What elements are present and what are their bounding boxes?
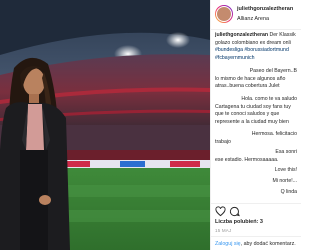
caption-username[interactable]: juliethgonzaleztheran (215, 32, 268, 38)
post-panel: juliethgonzaleztheran Allianz Arena juli… (210, 0, 301, 250)
hashtag-line-2[interactable]: #fcbayernmunich (215, 55, 255, 63)
comment-2-line-2: Cartagena tu ciudad soy fans tuy (215, 103, 291, 110)
comments-list: juliethgonzaleztheran Der Klassik golazo… (211, 32, 301, 200)
login-prompt-text: , aby dodać komentarz. (240, 241, 296, 247)
post-date: 15 MAJ (215, 228, 232, 233)
comment-4-line-2: ese estadio. Hermosaaaaa. (215, 156, 279, 163)
comment-1-line-2: lo mismo de hace algunos año (215, 75, 286, 82)
comment-3-line-1: Hermosa. felicitacio (251, 131, 297, 137)
comment-1-line-3: atras..buena cobertura Julet (215, 83, 280, 89)
comment-2-line-1: Hola. como te va saludo (241, 96, 297, 102)
action-bar (211, 203, 301, 217)
comment-2-line-3: que te conoci saludos y que (215, 111, 280, 117)
post-photo (0, 0, 210, 250)
login-prompt: Zaloguj się, aby dodać komentarz. (211, 236, 301, 250)
hashtag-line-1[interactable]: #bundesliga #borussiadortmund (215, 47, 289, 55)
caption-line-2: golazo colombiano ex dream onli (215, 39, 291, 46)
heart-icon[interactable] (215, 206, 226, 217)
stadium-scene (0, 0, 210, 250)
caption-line-1: juliethgonzaleztheran Der Klassik (215, 32, 296, 38)
avatar[interactable] (215, 5, 233, 23)
comment-1-line-1: Paseo del Bayern..B (249, 68, 297, 74)
location-link[interactable]: Allianz Arena (237, 16, 269, 22)
comment-7: Q linda (280, 189, 297, 195)
login-link[interactable]: Zaloguj się (215, 241, 241, 247)
comment-6: Mi norte!... (272, 178, 297, 184)
likes-count[interactable]: Liczba polubień: 3 (215, 219, 263, 225)
comment-2-line-4: represente a la ciudad muy bien (215, 118, 289, 125)
post-header: juliethgonzaleztheran Allianz Arena (211, 0, 301, 30)
comment-5: Love this! (274, 167, 297, 173)
comment-3-line-2: trabajo (215, 138, 231, 145)
comment-icon[interactable] (229, 206, 240, 217)
comment-4-line-1: Esa sonri (275, 149, 297, 155)
header-username[interactable]: juliethgonzaleztheran (237, 6, 293, 12)
